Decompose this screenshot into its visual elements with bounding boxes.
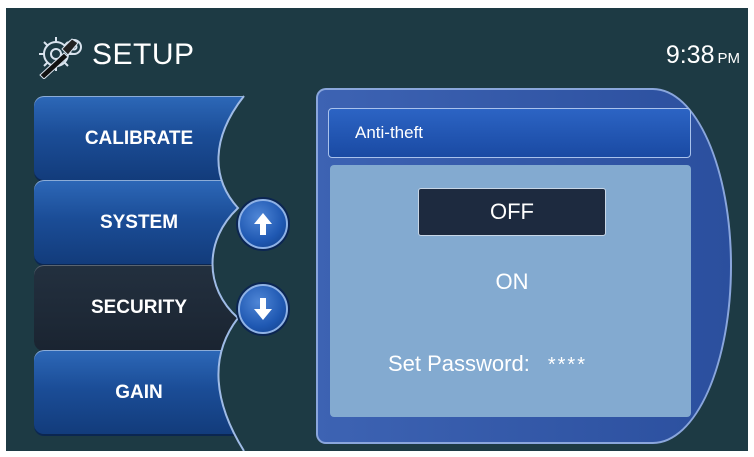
scroll-up-button[interactable]	[238, 199, 288, 249]
set-password-button[interactable]: Set Password: ****	[388, 351, 587, 377]
arrow-down-icon	[254, 298, 272, 320]
setup-screen: SETUP 9:38 PM CALIBRATE SYSTEM SECURITY G…	[6, 8, 748, 451]
gear-wrench-icon	[39, 37, 82, 79]
option-off[interactable]: OFF	[418, 188, 606, 236]
menu-item-label: SYSTEM	[99, 212, 179, 233]
menu-item-calibrate[interactable]: CALIBRATE	[34, 96, 244, 182]
clock-ampm: PM	[717, 50, 741, 67]
menu-item-gain[interactable]: GAIN	[34, 350, 244, 436]
arrow-up-icon	[254, 213, 272, 235]
menu-item-security[interactable]: SECURITY	[34, 265, 244, 351]
option-on[interactable]: ON	[418, 258, 606, 306]
menu-item-label: SECURITY	[90, 297, 188, 318]
password-value: ****	[547, 354, 587, 376]
scroll-down-button[interactable]	[238, 284, 288, 334]
menu-item-label: CALIBRATE	[84, 128, 194, 149]
menu-item-label: GAIN	[115, 382, 163, 403]
menu-item-system[interactable]: SYSTEM	[34, 180, 244, 266]
password-label: Set Password:	[388, 351, 530, 376]
clock-time: 9:38	[665, 41, 715, 69]
clock: 9:38 PM	[666, 41, 740, 70]
panel-title: Anti-theft	[328, 108, 691, 158]
page-title: SETUP	[92, 38, 195, 71]
